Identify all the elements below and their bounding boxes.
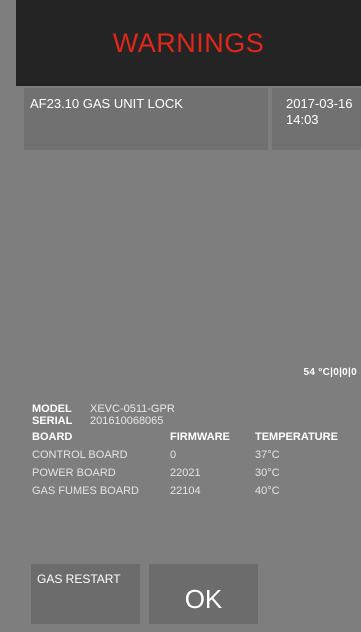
warning-timestamp: 2017-03-16 14:03 bbox=[272, 88, 361, 150]
serial-row: SERIAL 201610068065 bbox=[32, 415, 175, 427]
board-firmware: 22104 bbox=[170, 485, 201, 497]
serial-value: 201610068065 bbox=[90, 415, 164, 427]
board-name: CONTROL BOARD bbox=[32, 449, 128, 461]
table-row: CONTROL BOARD 0 37°C bbox=[32, 446, 361, 464]
header-bar: WARNINGS bbox=[16, 0, 361, 86]
board-name: POWER BOARD bbox=[32, 467, 116, 479]
warning-time: 14:03 bbox=[286, 112, 319, 127]
ok-button[interactable]: OK bbox=[149, 564, 258, 624]
table-row: POWER BOARD 22021 30°C bbox=[32, 464, 361, 482]
warning-entry[interactable]: AF23.10 GAS UNIT LOCK 2017-03-16 14:03 bbox=[16, 86, 361, 150]
model-value: XEVC-0511-GPR bbox=[90, 403, 175, 415]
board-firmware: 0 bbox=[170, 449, 177, 461]
board-temperature: 40°C bbox=[255, 485, 280, 497]
board-temperature: 37°C bbox=[255, 449, 280, 461]
warning-date: 2017-03-16 bbox=[286, 96, 353, 111]
column-header-temperature: TEMPERATURE bbox=[255, 431, 338, 443]
column-header-firmware: FIRMWARE bbox=[170, 431, 230, 443]
board-firmware: 22021 bbox=[170, 467, 201, 479]
warning-message: AF23.10 GAS UNIT LOCK bbox=[24, 88, 268, 150]
gas-restart-button[interactable]: GAS RESTART bbox=[31, 564, 140, 624]
page-title: WARNINGS bbox=[112, 27, 265, 58]
status-readout: 54 °C|0|0|0 bbox=[303, 367, 357, 378]
board-temperature: 30°C bbox=[255, 467, 280, 479]
serial-label: SERIAL bbox=[32, 415, 73, 427]
model-row: MODEL XEVC-0511-GPR bbox=[32, 403, 175, 415]
warnings-screen: WARNINGS AF23.10 GAS UNIT LOCK 2017-03-1… bbox=[0, 0, 361, 632]
board-name: GAS FUMES BOARD bbox=[32, 485, 139, 497]
table-row: GAS FUMES BOARD 22104 40°C bbox=[32, 482, 361, 500]
boards-table: BOARD FIRMWARE TEMPERATURE CONTROL BOARD… bbox=[32, 428, 361, 500]
unit-info: MODEL XEVC-0511-GPR SERIAL 201610068065 bbox=[32, 403, 175, 427]
column-header-board: BOARD bbox=[32, 431, 73, 443]
model-label: MODEL bbox=[32, 403, 72, 415]
table-header: BOARD FIRMWARE TEMPERATURE bbox=[32, 428, 361, 446]
